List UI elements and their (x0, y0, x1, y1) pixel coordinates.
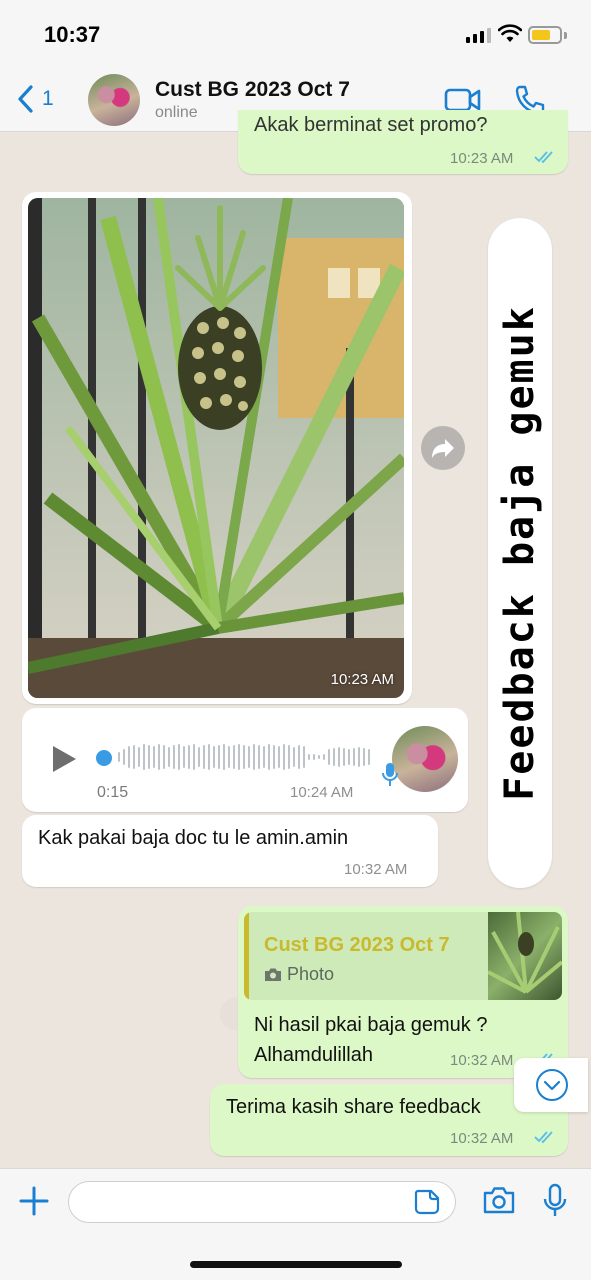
battery-icon (528, 26, 562, 44)
message-bubble-incoming[interactable]: Kak pakai baja doc tu le amin.amin 10:32… (22, 815, 438, 887)
mic-icon (382, 763, 398, 786)
message-input-bar (0, 1168, 591, 1280)
feedback-caption-overlay: Feedback baja gemuk (488, 218, 552, 888)
wifi-icon (498, 24, 522, 42)
voice-message[interactable]: 0:15 10:24 AM (22, 708, 468, 812)
home-indicator (190, 1261, 402, 1268)
status-bar: 10:37 (0, 0, 591, 70)
voice-duration: 0:15 (97, 784, 129, 801)
signal-icon (466, 28, 491, 43)
photo-time: 10:23 AM (330, 671, 394, 688)
message-time: 10:32 AM (450, 1130, 514, 1147)
play-icon[interactable] (50, 744, 78, 774)
chevron-left-icon (18, 85, 33, 113)
message-text: Terima kasih share feedback (226, 1096, 481, 1118)
unread-count: 1 (42, 87, 54, 110)
back-button[interactable]: 1 (16, 84, 54, 114)
scroll-to-bottom-button[interactable] (514, 1058, 588, 1112)
camera-icon[interactable] (482, 1185, 516, 1215)
sender-avatar (392, 726, 458, 792)
message-time: 10:32 AM (344, 861, 408, 878)
contact-name[interactable]: Cust BG 2023 Oct 7 (155, 78, 350, 102)
quoted-message[interactable]: Cust BG 2023 Oct 7 Photo (244, 912, 562, 1000)
contact-status: online (155, 104, 198, 121)
voice-progress-dot[interactable] (96, 750, 112, 766)
quoted-type: Photo (264, 964, 334, 985)
message-input[interactable] (68, 1181, 456, 1223)
forward-button[interactable] (421, 426, 465, 470)
message-text: Akak berminat set promo? (254, 114, 488, 136)
pineapple-plant-image (28, 198, 404, 698)
quoted-type-label: Photo (287, 964, 335, 984)
chevron-down-circle-icon (536, 1069, 568, 1101)
microphone-icon[interactable] (542, 1183, 568, 1219)
read-ticks-icon (534, 151, 553, 164)
message-bubble-outgoing[interactable]: Akak berminat set promo? 10:23 AM (238, 110, 568, 174)
reply-message[interactable]: Cust BG 2023 Oct 7 Photo Ni hasil pkai b… (238, 906, 568, 1078)
voice-waveform[interactable] (118, 742, 370, 772)
plus-icon[interactable] (18, 1185, 50, 1217)
forward-arrow-icon (432, 439, 454, 458)
message-time: 10:32 AM (450, 1052, 514, 1069)
message-time: 10:23 AM (450, 150, 514, 167)
photo-message[interactable]: 10:23 AM (22, 192, 412, 704)
status-time: 10:37 (44, 22, 101, 47)
message-text: Kak pakai baja doc tu le amin.amin (38, 827, 349, 849)
quoted-photo-thumbnail (487, 912, 562, 1000)
feedback-caption-text: Feedback baja gemuk (497, 305, 543, 801)
read-ticks-icon (534, 1131, 553, 1144)
pineapple-photo[interactable]: 10:23 AM (28, 198, 404, 698)
voice-time: 10:24 AM (290, 784, 354, 801)
sticker-icon[interactable] (414, 1189, 440, 1215)
quoted-sender: Cust BG 2023 Oct 7 (264, 934, 450, 956)
camera-icon (265, 968, 281, 981)
contact-avatar[interactable] (88, 74, 140, 126)
